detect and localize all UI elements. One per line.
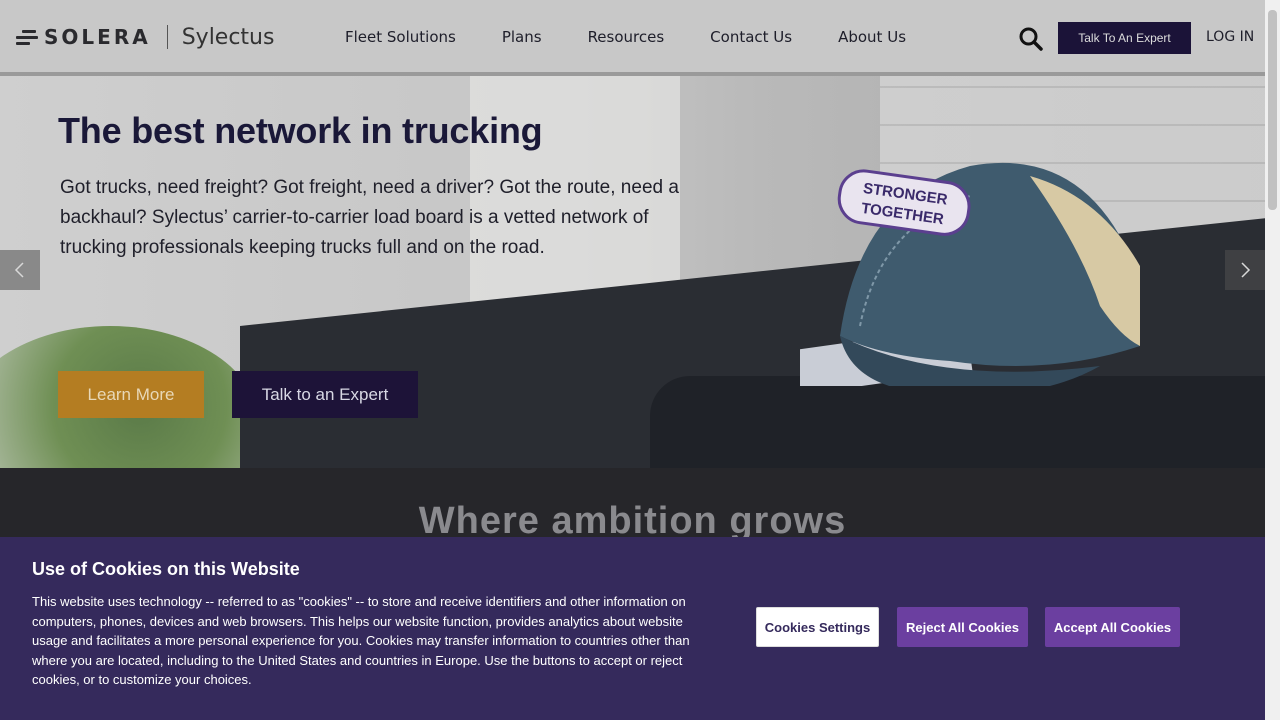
page-scrollbar[interactable] [1265,0,1280,720]
cookie-consent-banner: Use of Cookies on this Website This webs… [0,537,1265,720]
nav-contact-us[interactable]: Contact Us [710,28,792,46]
hero-description: Got trucks, need freight? Got freight, n… [60,177,679,258]
main-nav: Fleet Solutions Plans Resources Contact … [345,28,952,46]
hero-carousel: STRONGER TOGETHER The best network in tr… [0,76,1265,468]
solera-sylectus-logo[interactable]: SOLERA Sylectus [16,24,274,50]
talk-to-expert-hero-button[interactable]: Talk to an Expert [232,371,418,418]
nav-plans[interactable]: Plans [502,28,542,46]
learn-more-button[interactable]: Learn More [58,371,204,418]
logo-wordmark: SOLERA [44,25,151,49]
ambition-section: Where ambition grows [0,468,1265,542]
site-header: SOLERA Sylectus Fleet Solutions Plans Re… [0,0,1265,72]
chevron-right-icon [1241,262,1251,278]
nav-about-us[interactable]: About Us [838,28,906,46]
cookie-description: This website uses technology -- referred… [32,594,690,687]
accept-all-cookies-button[interactable]: Accept All Cookies [1045,607,1180,647]
reject-all-cookies-button[interactable]: Reject All Cookies [897,607,1028,647]
trucker-cap-image: STRONGER TOGETHER [800,162,1140,386]
scrollbar-thumb[interactable] [1268,10,1277,210]
login-link[interactable]: LOG IN [1206,29,1254,45]
logo-divider [166,25,168,49]
talk-to-expert-header-button[interactable]: Talk To An Expert [1058,22,1191,54]
cookie-title: Use of Cookies on this Website [32,559,300,579]
nav-resources[interactable]: Resources [588,28,665,46]
search-icon[interactable] [1018,26,1044,52]
cookies-settings-button[interactable]: Cookies Settings [756,607,879,647]
carousel-prev-button[interactable] [0,250,40,290]
hero-bg-dashboard-panel [650,376,1265,468]
hero-title: The best network in trucking [58,110,543,151]
logo-product-name: Sylectus [181,24,275,50]
solera-logo-mark-icon [16,28,38,46]
carousel-next-button[interactable] [1225,250,1265,290]
nav-fleet-solutions[interactable]: Fleet Solutions [345,28,456,46]
chevron-left-icon [14,262,24,278]
